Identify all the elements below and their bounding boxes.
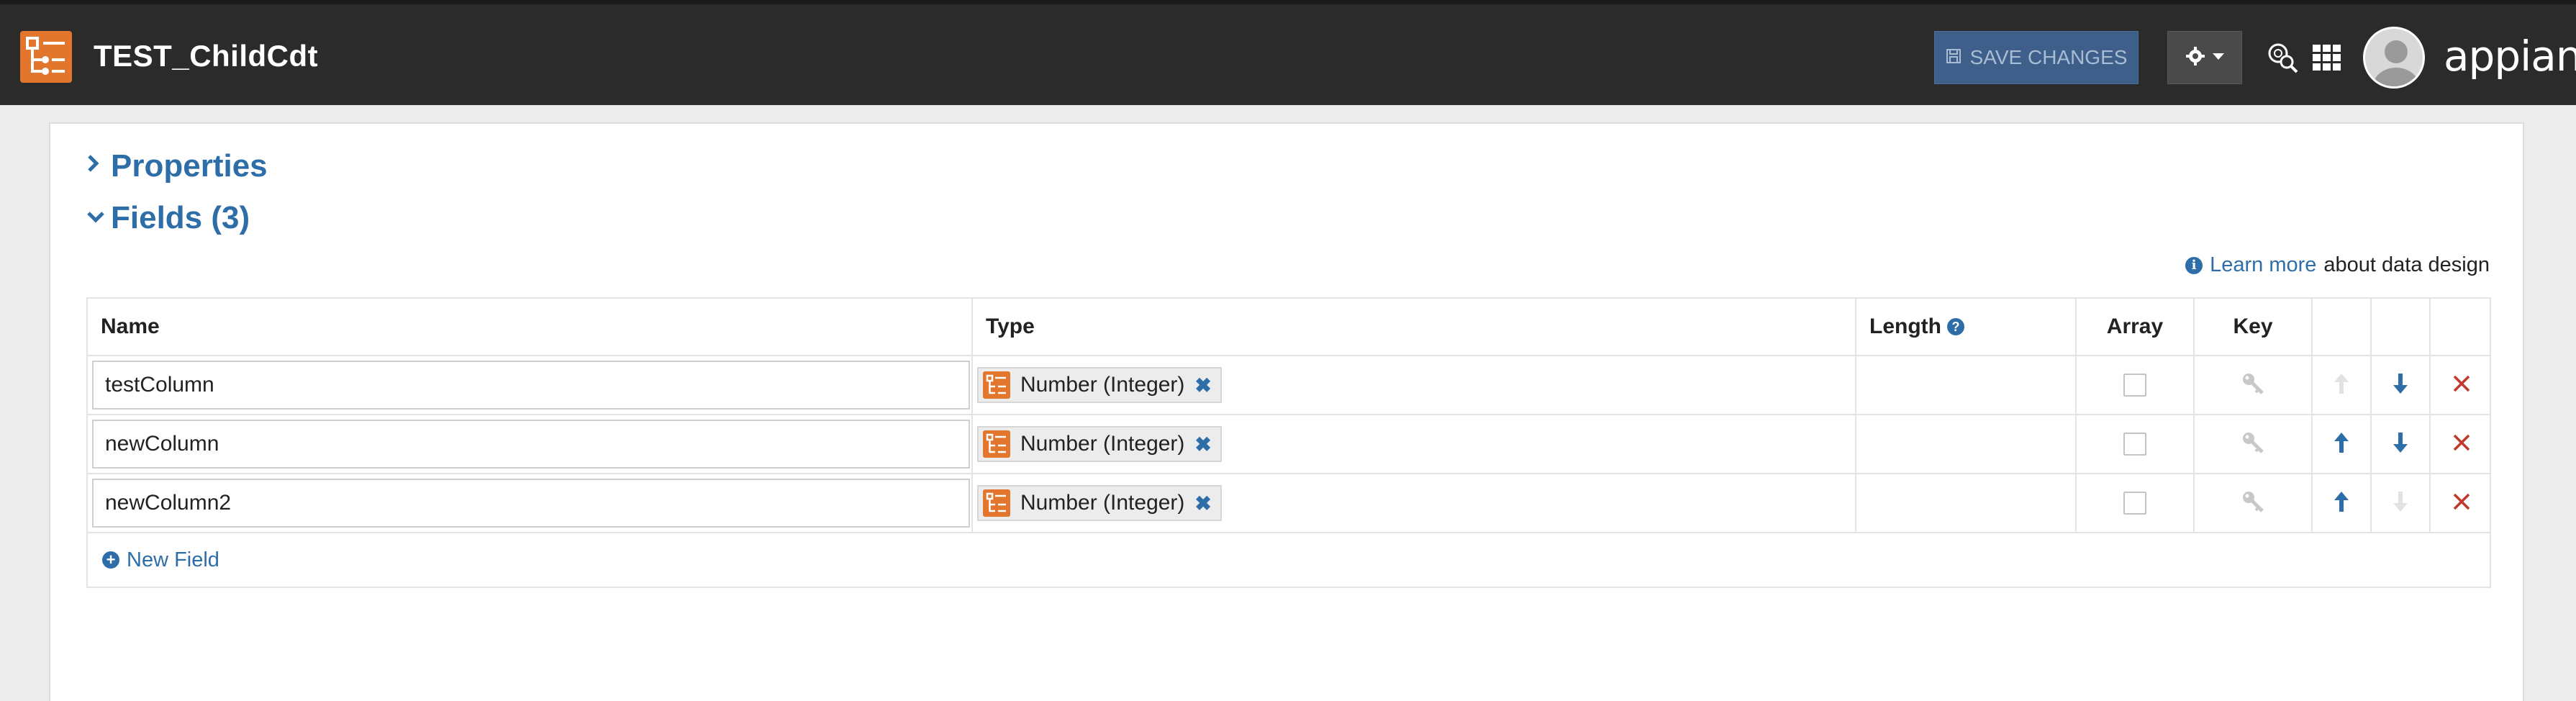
field-name-input[interactable] bbox=[92, 420, 970, 469]
key-icon[interactable] bbox=[2241, 489, 2265, 517]
arrow-up-icon[interactable] bbox=[2334, 373, 2349, 398]
delete-x-icon[interactable] bbox=[2452, 492, 2471, 515]
field-type-cell: Number (Integer) ✖ bbox=[973, 474, 1856, 532]
remove-type-icon[interactable]: ✖ bbox=[1194, 374, 1211, 397]
fields-section-title: Fields (3) bbox=[111, 200, 250, 235]
record-type-icon bbox=[20, 31, 72, 83]
array-checkbox[interactable] bbox=[2123, 374, 2146, 397]
arrow-down-icon[interactable] bbox=[2393, 432, 2408, 457]
remove-type-icon[interactable]: ✖ bbox=[1194, 492, 1211, 515]
array-checkbox[interactable] bbox=[2123, 492, 2146, 515]
table-header-row: Name Type Length ? Array Key bbox=[88, 299, 2490, 356]
type-token[interactable]: Number (Integer) ✖ bbox=[977, 426, 1222, 462]
type-token[interactable]: Number (Integer) ✖ bbox=[977, 485, 1222, 521]
key-icon[interactable] bbox=[2241, 371, 2265, 399]
column-header-move-up bbox=[2313, 299, 2372, 355]
move-up-cell bbox=[2313, 415, 2372, 473]
new-field-link[interactable]: + New Field bbox=[88, 533, 2490, 587]
save-icon bbox=[1946, 46, 1962, 69]
field-key-cell bbox=[2195, 474, 2313, 532]
chevron-down-icon bbox=[2213, 51, 2224, 64]
number-type-icon bbox=[983, 489, 1010, 517]
array-checkbox[interactable] bbox=[2123, 433, 2146, 456]
app-title: TEST_ChildCdt bbox=[94, 39, 319, 73]
save-changes-button[interactable]: SAVE CHANGES bbox=[1934, 31, 2139, 84]
field-length-cell bbox=[1856, 356, 2077, 414]
arrow-down-icon[interactable] bbox=[2393, 491, 2408, 516]
delete-x-icon[interactable] bbox=[2452, 433, 2471, 456]
learn-more-help: i Learn more about data design bbox=[2185, 253, 2490, 277]
type-token-label: Number (Integer) bbox=[1020, 373, 1185, 397]
info-icon: i bbox=[2185, 256, 2203, 274]
arrow-down-icon[interactable] bbox=[2393, 373, 2408, 398]
arrow-up-icon[interactable] bbox=[2334, 491, 2349, 516]
field-type-cell: Number (Integer) ✖ bbox=[973, 356, 1856, 414]
column-header-key: Key bbox=[2195, 299, 2313, 355]
type-token-label: Number (Integer) bbox=[1020, 491, 1185, 515]
column-header-type: Type bbox=[973, 299, 1856, 355]
column-header-length-label: Length bbox=[1869, 315, 1941, 338]
appian-logo: appian bbox=[2444, 32, 2576, 81]
delete-cell bbox=[2431, 415, 2493, 473]
column-header-length: Length ? bbox=[1856, 299, 2077, 355]
delete-cell bbox=[2431, 474, 2493, 532]
field-key-cell bbox=[2195, 415, 2313, 473]
table-row: Number (Integer) ✖ bbox=[88, 474, 2490, 533]
top-navigation-bar: TEST_ChildCdt SAVE CHANGES appian bbox=[0, 0, 2576, 105]
table-row: Number (Integer) ✖ bbox=[88, 415, 2490, 474]
move-down-cell bbox=[2372, 356, 2431, 414]
field-array-cell bbox=[2077, 356, 2195, 414]
chevron-right-icon bbox=[86, 153, 105, 179]
fields-section-toggle[interactable]: Fields (3) bbox=[86, 200, 250, 236]
app-grid-icon[interactable] bbox=[2311, 42, 2343, 73]
field-name-input[interactable] bbox=[92, 361, 970, 410]
fields-table: Name Type Length ? Array Key Nu bbox=[86, 297, 2491, 588]
settings-menu-button[interactable] bbox=[2167, 31, 2242, 84]
move-down-cell bbox=[2372, 474, 2431, 532]
field-length-cell bbox=[1856, 415, 2077, 473]
field-type-cell: Number (Integer) ✖ bbox=[973, 415, 1856, 473]
field-name-cell bbox=[88, 415, 973, 473]
number-type-icon bbox=[983, 371, 1010, 399]
move-down-cell bbox=[2372, 415, 2431, 473]
help-icon[interactable]: ? bbox=[1946, 318, 1964, 335]
properties-section-title: Properties bbox=[111, 148, 268, 184]
number-type-icon bbox=[983, 430, 1010, 458]
properties-section-toggle[interactable]: Properties bbox=[86, 148, 268, 184]
table-row: Number (Integer) ✖ bbox=[88, 356, 2490, 415]
learn-more-suffix: about data design bbox=[2323, 253, 2490, 276]
delete-cell bbox=[2431, 356, 2493, 414]
column-header-array: Array bbox=[2077, 299, 2195, 355]
type-token-label: Number (Integer) bbox=[1020, 432, 1185, 456]
field-key-cell bbox=[2195, 356, 2313, 414]
gear-icon bbox=[2185, 46, 2205, 70]
chevron-down-icon bbox=[86, 206, 105, 230]
move-up-cell bbox=[2313, 474, 2372, 532]
field-name-cell bbox=[88, 356, 973, 414]
learn-more-link[interactable]: Learn more bbox=[2210, 253, 2316, 277]
remove-type-icon[interactable]: ✖ bbox=[1194, 433, 1211, 456]
column-header-name: Name bbox=[88, 299, 973, 355]
field-array-cell bbox=[2077, 474, 2195, 532]
delete-x-icon[interactable] bbox=[2452, 374, 2471, 397]
add-icon: + bbox=[102, 551, 119, 569]
data-type-designer-panel: Properties Fields (3) i Learn more about… bbox=[49, 122, 2524, 701]
new-field-label: New Field bbox=[127, 548, 219, 571]
save-changes-label: SAVE CHANGES bbox=[1969, 46, 2128, 68]
field-name-input[interactable] bbox=[92, 479, 970, 528]
field-array-cell bbox=[2077, 415, 2195, 473]
key-icon[interactable] bbox=[2241, 430, 2265, 458]
arrow-up-icon[interactable] bbox=[2334, 432, 2349, 457]
column-header-delete bbox=[2431, 299, 2493, 355]
move-up-cell bbox=[2313, 356, 2372, 414]
field-name-cell bbox=[88, 474, 973, 532]
type-token[interactable]: Number (Integer) ✖ bbox=[977, 367, 1222, 403]
column-header-move-down bbox=[2372, 299, 2431, 355]
user-avatar[interactable] bbox=[2363, 27, 2425, 89]
field-length-cell bbox=[1856, 474, 2077, 532]
global-search-icon[interactable] bbox=[2267, 42, 2298, 73]
